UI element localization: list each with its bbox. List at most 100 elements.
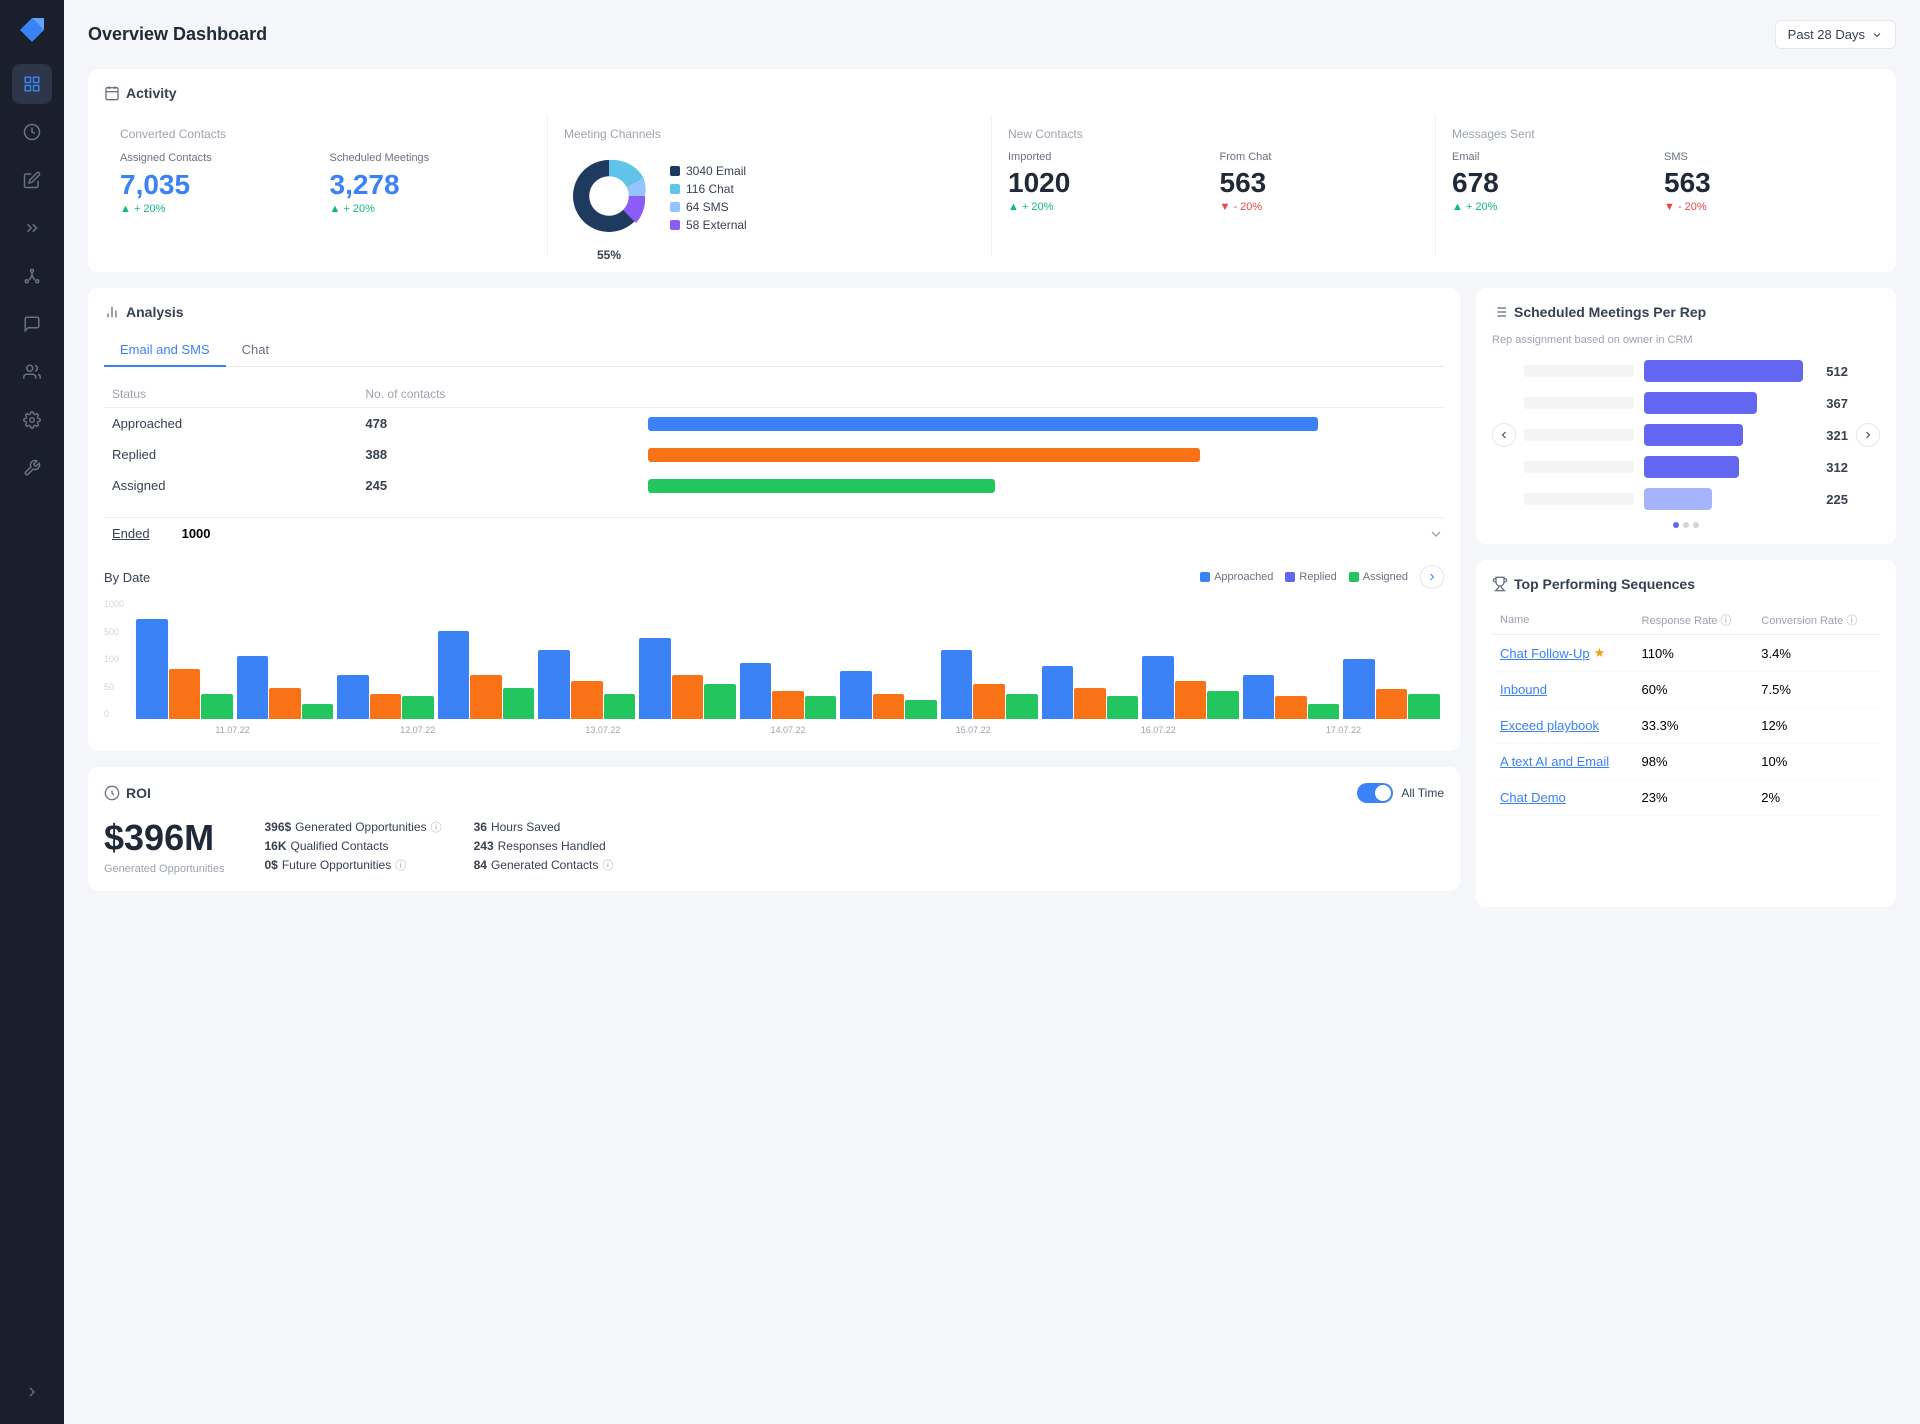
all-time-toggle[interactable]: All Time — [1357, 783, 1444, 803]
bar-assigned — [402, 696, 434, 719]
new-contacts-card: New Contacts Imported 1020 ▲ + 20% From … — [992, 115, 1436, 256]
roi-stat-1: 36 Hours Saved — [474, 819, 651, 835]
activity-title: Activity — [104, 85, 1880, 101]
col-bar — [640, 381, 1444, 408]
bar-replied — [873, 694, 905, 719]
sidebar-collapse-button[interactable] — [12, 1372, 52, 1412]
col-status: Status — [104, 381, 357, 408]
carousel-container: 512 367 321 — [1492, 360, 1880, 510]
table-row: Replied 388 — [104, 439, 1444, 470]
carousel-prev-button[interactable] — [1492, 423, 1516, 447]
rep-row-2: 367 — [1524, 392, 1848, 414]
bar-approached — [337, 675, 369, 719]
tab-email-sms[interactable]: Email and SMS — [104, 334, 226, 367]
bar-approached — [639, 638, 671, 719]
chart-bar-group — [237, 656, 334, 719]
roi-section: ROI All Time $396M Generated Opportuniti… — [88, 767, 1460, 891]
bar-replied — [772, 691, 804, 719]
two-col-layout: Analysis Email and SMS Chat Status No. o… — [88, 288, 1896, 907]
chart-bar-group — [337, 675, 434, 719]
roi-icon — [104, 785, 120, 801]
top-sequences-section: Top Performing Sequences Name Response R… — [1476, 560, 1896, 907]
bar-assigned — [805, 696, 837, 719]
sidebar-item-compose[interactable] — [12, 160, 52, 200]
chart-bar-group — [1343, 659, 1440, 719]
bar-assigned — [503, 688, 535, 719]
bar-assigned — [604, 694, 636, 719]
conversion-info-icon[interactable]: ⓘ — [1846, 615, 1857, 627]
seq-col-response: Response Rate ⓘ — [1634, 606, 1754, 635]
bar-approached — [840, 671, 872, 719]
roi-title: ROI — [104, 785, 151, 801]
logo[interactable] — [14, 12, 50, 48]
sidebar-item-messages[interactable] — [12, 304, 52, 344]
legend-approached: Approached — [1200, 571, 1273, 583]
roi-stat-5: 84 Generated Contacts ⓘ — [474, 857, 651, 873]
roi-stats: 396$ Generated Opportunities ⓘ 36 Hours … — [264, 819, 650, 873]
bar-replied — [470, 675, 502, 719]
seq-row-1: Inbound 60% 7.5% — [1492, 672, 1880, 708]
sidebar-item-integrations[interactable] — [12, 448, 52, 488]
legend-sms: 64 SMS — [670, 200, 747, 214]
x-axis: 11.07.22 12.07.22 13.07.22 14.07.22 15.0… — [132, 725, 1444, 735]
bar-replied — [1074, 688, 1106, 719]
legend-assigned: Assigned — [1349, 571, 1408, 583]
bar-approached — [740, 663, 772, 719]
sidebar-item-settings[interactable] — [12, 400, 52, 440]
legend-external: 58 External — [670, 218, 747, 232]
dot-2[interactable] — [1683, 522, 1689, 528]
chart-bar-group — [740, 663, 837, 719]
legend-email: 3040 Email — [670, 164, 747, 178]
legend-replied: Replied — [1285, 571, 1336, 583]
sequences-title: Top Performing Sequences — [1492, 576, 1880, 592]
sidebar-item-network[interactable] — [12, 256, 52, 296]
chart-bar-group — [136, 619, 233, 719]
converted-metrics: Assigned Contacts 7,035 ▲ + 20% Schedule… — [120, 151, 531, 215]
sidebar-item-contacts[interactable] — [12, 352, 52, 392]
info-icon-3[interactable]: ⓘ — [602, 857, 613, 873]
chart-bar-group — [639, 638, 736, 719]
y-axis: 1000 500 100 50 0 — [104, 599, 124, 719]
bar-assigned — [1207, 691, 1239, 719]
roi-stat-0: 396$ Generated Opportunities ⓘ — [264, 819, 441, 835]
seq-row-4: Chat Demo 23% 2% — [1492, 780, 1880, 816]
info-icon[interactable]: ⓘ — [431, 819, 442, 835]
tab-chat[interactable]: Chat — [226, 334, 285, 367]
bar-assigned — [1006, 694, 1038, 719]
bar-assigned — [1308, 704, 1340, 719]
email-messages-metric: Email 678 ▲ + 20% — [1452, 151, 1652, 213]
info-icon-2[interactable]: ⓘ — [395, 857, 406, 873]
dot-3[interactable] — [1693, 522, 1699, 528]
rep-row-5: 225 — [1524, 488, 1848, 510]
analysis-tabs: Email and SMS Chat — [104, 334, 1444, 367]
sidebar-item-analytics[interactable] — [12, 112, 52, 152]
bar-replied — [1175, 681, 1207, 719]
bar-replied — [1376, 689, 1408, 719]
trophy-icon — [1492, 576, 1508, 592]
bar-replied — [973, 684, 1005, 719]
toggle-switch[interactable] — [1357, 783, 1393, 803]
carousel-next-button[interactable] — [1856, 423, 1880, 447]
ended-row[interactable]: Ended 1000 — [104, 517, 1444, 549]
main-content: Overview Dashboard Past 28 Days Activity… — [64, 0, 1920, 1424]
rep-bars: 512 367 321 — [1524, 360, 1848, 510]
sidebar — [0, 0, 64, 1424]
bar-assigned — [704, 684, 736, 719]
list-icon — [1492, 304, 1508, 320]
pie-chart: 55% — [564, 151, 654, 244]
rep-row-4: 312 — [1524, 456, 1848, 478]
chart-controls: Approached Replied Assigned — [1200, 565, 1444, 589]
meeting-card-content: 55% 3040 Email 116 Chat 64 — [564, 151, 975, 244]
bar-approached — [538, 650, 570, 719]
calendar-icon — [104, 85, 120, 101]
messages-grid: Email 678 ▲ + 20% SMS 563 ▼ - 20% — [1452, 151, 1864, 213]
response-info-icon[interactable]: ⓘ — [1720, 615, 1731, 627]
date-filter-button[interactable]: Past 28 Days — [1775, 20, 1896, 49]
sidebar-item-dashboard[interactable] — [12, 64, 52, 104]
dot-1[interactable] — [1673, 522, 1679, 528]
sidebar-item-expand[interactable] — [12, 208, 52, 248]
left-col: Analysis Email and SMS Chat Status No. o… — [88, 288, 1460, 907]
bar-assigned — [1107, 696, 1139, 719]
chart-next-button[interactable] — [1420, 565, 1444, 589]
status-table: Status No. of contacts Approached 478 Re — [104, 381, 1444, 501]
